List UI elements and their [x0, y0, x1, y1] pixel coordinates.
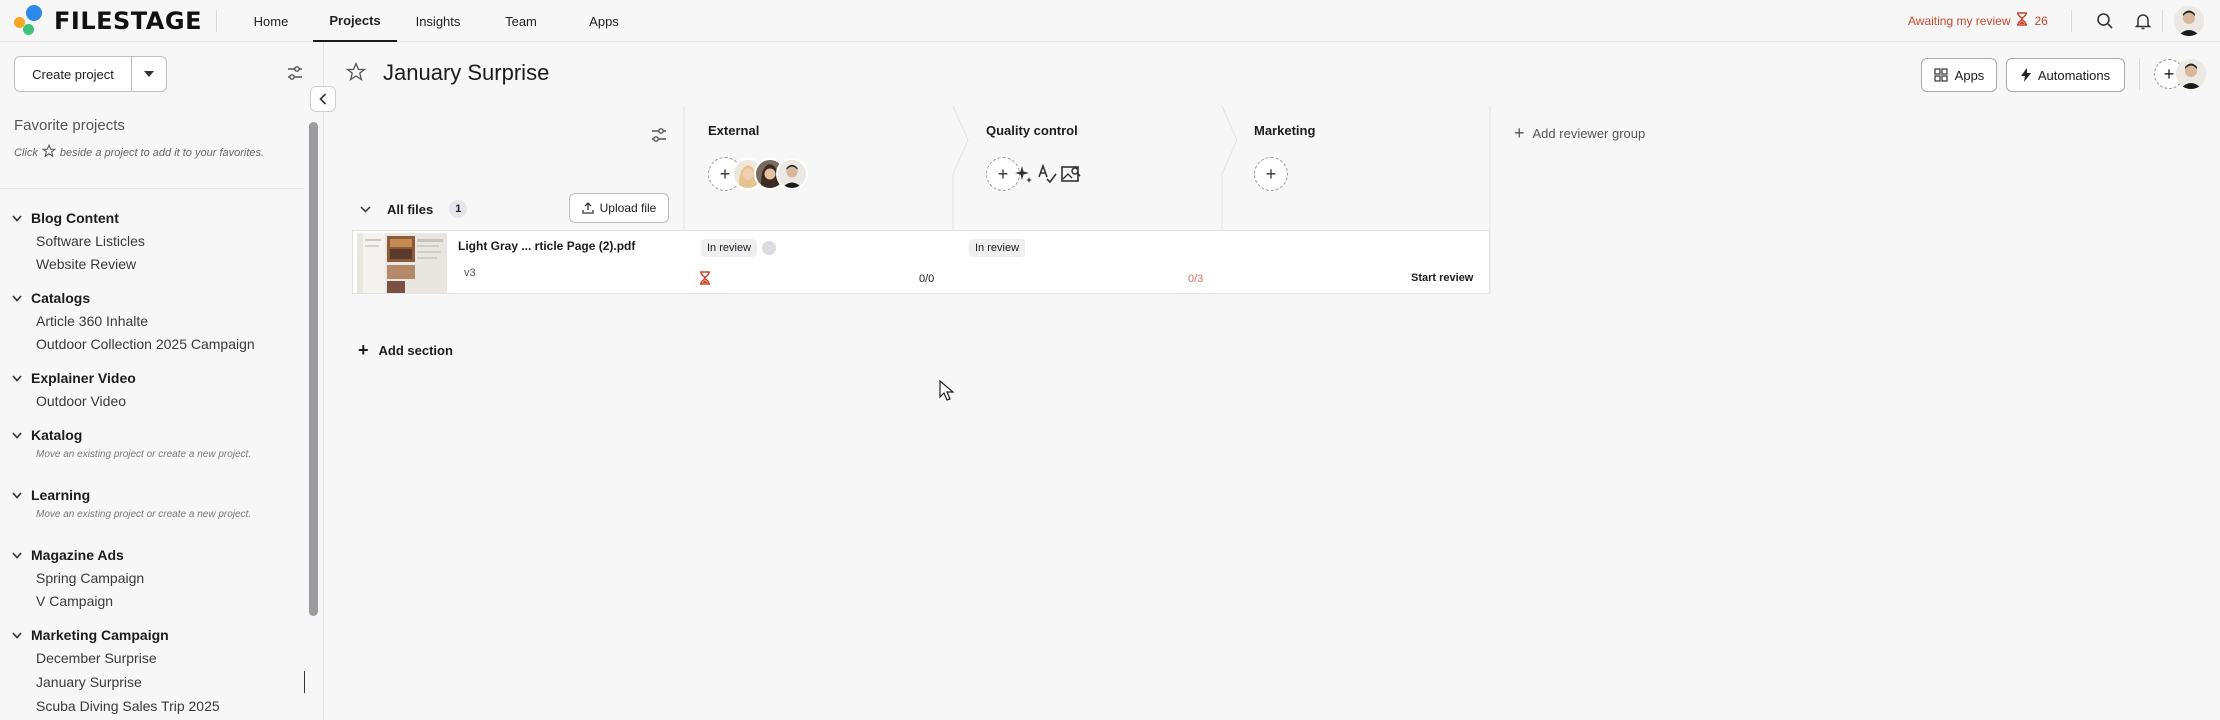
file-count-badge: 1	[449, 200, 468, 218]
reviewer-avatar[interactable]	[776, 158, 808, 190]
start-review-button[interactable]: Start review	[1411, 272, 1473, 284]
hourglass-icon	[699, 271, 711, 290]
add-section-label: Add section	[378, 343, 453, 358]
plus-icon: +	[1265, 163, 1277, 184]
spell-check-icon[interactable]	[1036, 163, 1058, 185]
file-row[interactable]: Light Gray ... rticle Page (2).pdf v3 In…	[352, 230, 1490, 294]
section-title: All files	[387, 201, 434, 217]
file-name[interactable]: Light Gray ... rticle Page (2).pdf	[458, 239, 635, 253]
plus-icon: +	[358, 340, 369, 360]
plus-icon: +	[719, 163, 731, 184]
add-reviewer-button[interactable]: +	[1254, 157, 1288, 191]
chevron-down-icon	[360, 205, 371, 213]
add-reviewer-group-label: Add reviewer group	[1532, 126, 1646, 141]
reviewer-placeholder-dot	[762, 241, 776, 255]
column-title-marketing: Marketing	[1254, 123, 1316, 138]
add-reviewer-group-button[interactable]: + Add reviewer group	[1514, 123, 1645, 144]
plus-icon: +	[1514, 123, 1525, 143]
filter-sliders-icon[interactable]	[650, 126, 668, 149]
plus-icon: +	[997, 163, 1009, 184]
status-badge: In review	[969, 239, 1026, 257]
file-thumbnail[interactable]	[357, 233, 447, 293]
column-title-quality-control: Quality control	[986, 123, 1078, 138]
qc-review-progress: 0/3	[1188, 273, 1204, 285]
status-badge: In review	[701, 239, 758, 257]
upload-file-label: Upload file	[599, 201, 657, 215]
image-search-icon[interactable]	[1060, 163, 1082, 185]
board-grid-lines	[683, 105, 1491, 294]
ai-sparkle-icon[interactable]	[1013, 163, 1035, 185]
section-header[interactable]: All files 1	[360, 200, 468, 218]
mouse-cursor-icon	[939, 379, 955, 407]
column-title-external: External	[708, 123, 760, 138]
external-review-progress: 0/0	[919, 273, 935, 285]
upload-file-button[interactable]: Upload file	[569, 193, 669, 223]
add-section-button[interactable]: + Add section	[358, 340, 453, 361]
upload-icon	[581, 202, 594, 214]
file-version[interactable]: v3	[464, 267, 476, 279]
